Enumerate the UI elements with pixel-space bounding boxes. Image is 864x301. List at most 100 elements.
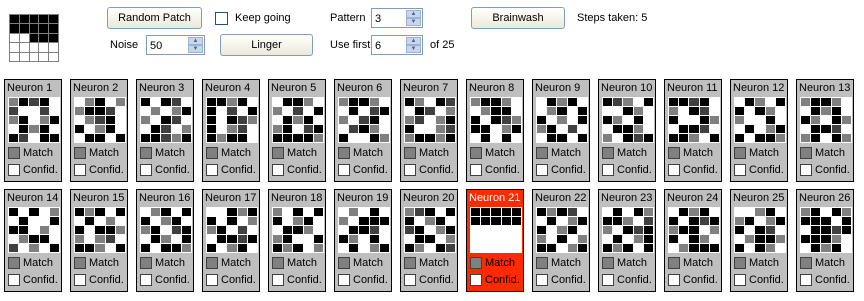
brainwash-button[interactable]: Brainwash <box>471 7 565 29</box>
neuron-weight-cell <box>303 116 313 124</box>
neuron-weight-cell <box>9 244 19 252</box>
neuron-panel[interactable]: Neuron 17 Match Confid. <box>202 189 260 292</box>
confid-label: Confid. <box>815 164 850 176</box>
neuron-panel[interactable]: Neuron 3 Match Confid. <box>136 79 194 182</box>
neuron-weight-cell <box>821 116 831 124</box>
neuron-panel[interactable]: Neuron 4 Match Confid. <box>202 79 260 182</box>
neuron-weight-cell <box>603 226 613 234</box>
neuron-weight-cell <box>481 226 491 234</box>
match-indicator <box>602 257 614 269</box>
neuron-weight-cell <box>547 244 557 252</box>
neuron-weight-cell <box>811 208 821 216</box>
neuron-weight-cell <box>577 235 587 243</box>
pattern-preview-cell <box>19 52 29 61</box>
neuron-weight-cell <box>425 107 435 115</box>
neuron-name: Neuron 26 <box>799 192 851 204</box>
chevron-down-icon[interactable]: ▼ <box>406 18 421 26</box>
neuron-panel[interactable]: Neuron 14 Match Confid. <box>4 189 62 292</box>
neuron-panel[interactable]: Neuron 10 Match Confid. <box>598 79 656 182</box>
neuron-weight-grid <box>602 97 654 143</box>
neuron-panel[interactable]: Neuron 26 Match Confid. <box>796 189 854 292</box>
match-indicator <box>470 257 482 269</box>
neuron-panel[interactable]: Neuron 2 Match Confid. <box>70 79 128 182</box>
neuron-weight-cell <box>247 244 257 252</box>
neuron-weight-cell <box>557 226 567 234</box>
pattern-preview-cell <box>10 24 19 33</box>
neuron-weight-cell <box>425 217 435 225</box>
neuron-panel[interactable]: Neuron 23 Match Confid. <box>598 189 656 292</box>
neuron-weight-cell <box>511 217 521 225</box>
neuron-weight-cell <box>227 235 237 243</box>
use-first-stepper[interactable]: 6 ▲ ▼ <box>371 35 423 55</box>
chevron-down-icon[interactable]: ▼ <box>406 45 421 53</box>
pattern-preview-cell <box>10 43 19 52</box>
neuron-weight-cell <box>369 134 379 142</box>
neuron-weight-cell <box>303 107 313 115</box>
neuron-weight-cell <box>755 235 765 243</box>
linger-button[interactable]: Linger <box>220 34 313 56</box>
neuron-weight-cell <box>151 125 161 133</box>
neuron-weight-cell <box>765 125 775 133</box>
neuron-panel[interactable]: Neuron 11 Match Confid. <box>664 79 722 182</box>
neuron-panel[interactable]: Neuron 20 Match Confid. <box>400 189 458 292</box>
neuron-panel[interactable]: Neuron 24 Match Confid. <box>664 189 722 292</box>
neuron-weight-cell <box>75 98 85 106</box>
neuron-weight-cell <box>755 208 765 216</box>
neuron-panel[interactable]: Neuron 21 Match Confid. <box>466 189 524 292</box>
neuron-weight-cell <box>501 244 511 252</box>
neuron-weight-cell <box>679 208 689 216</box>
neuron-weight-cell <box>623 107 633 115</box>
neuron-weight-cell <box>501 134 511 142</box>
neuron-weight-cell <box>643 217 653 225</box>
keep-going-checkbox[interactable] <box>215 12 228 25</box>
neuron-weight-cell <box>247 98 257 106</box>
neuron-panel[interactable]: Neuron 6 Match Confid. <box>334 79 392 182</box>
neuron-weight-cell <box>745 235 755 243</box>
neuron-panel[interactable]: Neuron 12 Match Confid. <box>730 79 788 182</box>
neuron-panel[interactable]: Neuron 25 Match Confid. <box>730 189 788 292</box>
pattern-preview-cell <box>29 52 39 61</box>
neuron-panel[interactable]: Neuron 5 Match Confid. <box>268 79 326 182</box>
neuron-panel[interactable]: Neuron 22 Match Confid. <box>532 189 590 292</box>
neuron-weight-cell <box>841 116 851 124</box>
neuron-weight-cell <box>283 107 293 115</box>
confid-indicator <box>668 164 680 176</box>
neuron-weight-cell <box>669 217 679 225</box>
neuron-panel[interactable]: Neuron 9 Match Confid. <box>532 79 590 182</box>
neuron-weight-cell <box>501 235 511 243</box>
neuron-weight-cell <box>19 134 29 142</box>
neuron-weight-cell <box>19 217 29 225</box>
neuron-weight-cell <box>39 208 49 216</box>
noise-stepper[interactable]: 50 ▲ ▼ <box>146 35 205 55</box>
neuron-weight-cell <box>775 226 785 234</box>
neuron-weight-cell <box>105 235 115 243</box>
neuron-panel[interactable]: Neuron 19 Match Confid. <box>334 189 392 292</box>
neuron-weight-cell <box>85 116 95 124</box>
random-patch-button[interactable]: Random Patch <box>107 7 202 29</box>
neuron-weight-cell <box>415 235 425 243</box>
neuron-weight-cell <box>105 116 115 124</box>
neuron-panel[interactable]: Neuron 1 Match Confid. <box>4 79 62 182</box>
neuron-panel[interactable]: Neuron 18 Match Confid. <box>268 189 326 292</box>
neuron-weight-cell <box>283 208 293 216</box>
neuron-panel[interactable]: Neuron 8 Match Confid. <box>466 79 524 182</box>
chevron-up-icon[interactable]: ▲ <box>406 37 421 45</box>
neuron-weight-cell <box>567 107 577 115</box>
neuron-weight-cell <box>481 116 491 124</box>
chevron-up-icon[interactable]: ▲ <box>406 10 421 18</box>
neuron-weight-cell <box>633 208 643 216</box>
neuron-weight-cell <box>841 134 851 142</box>
match-label: Match <box>815 257 845 269</box>
neuron-panel[interactable]: Neuron 7 Match Confid. <box>400 79 458 182</box>
neuron-weight-cell <box>775 217 785 225</box>
chevron-down-icon[interactable]: ▼ <box>188 45 203 53</box>
neuron-panel[interactable]: Neuron 16 Match Confid. <box>136 189 194 292</box>
neuron-weight-cell <box>623 125 633 133</box>
neuron-panel[interactable]: Neuron 15 Match Confid. <box>70 189 128 292</box>
neuron-weight-cell <box>303 98 313 106</box>
pattern-stepper[interactable]: 3 ▲ ▼ <box>371 8 423 28</box>
neuron-weight-cell <box>471 208 481 216</box>
chevron-up-icon[interactable]: ▲ <box>188 37 203 45</box>
neuron-weight-cell <box>217 98 227 106</box>
neuron-panel[interactable]: Neuron 13 Match Confid. <box>796 79 854 182</box>
